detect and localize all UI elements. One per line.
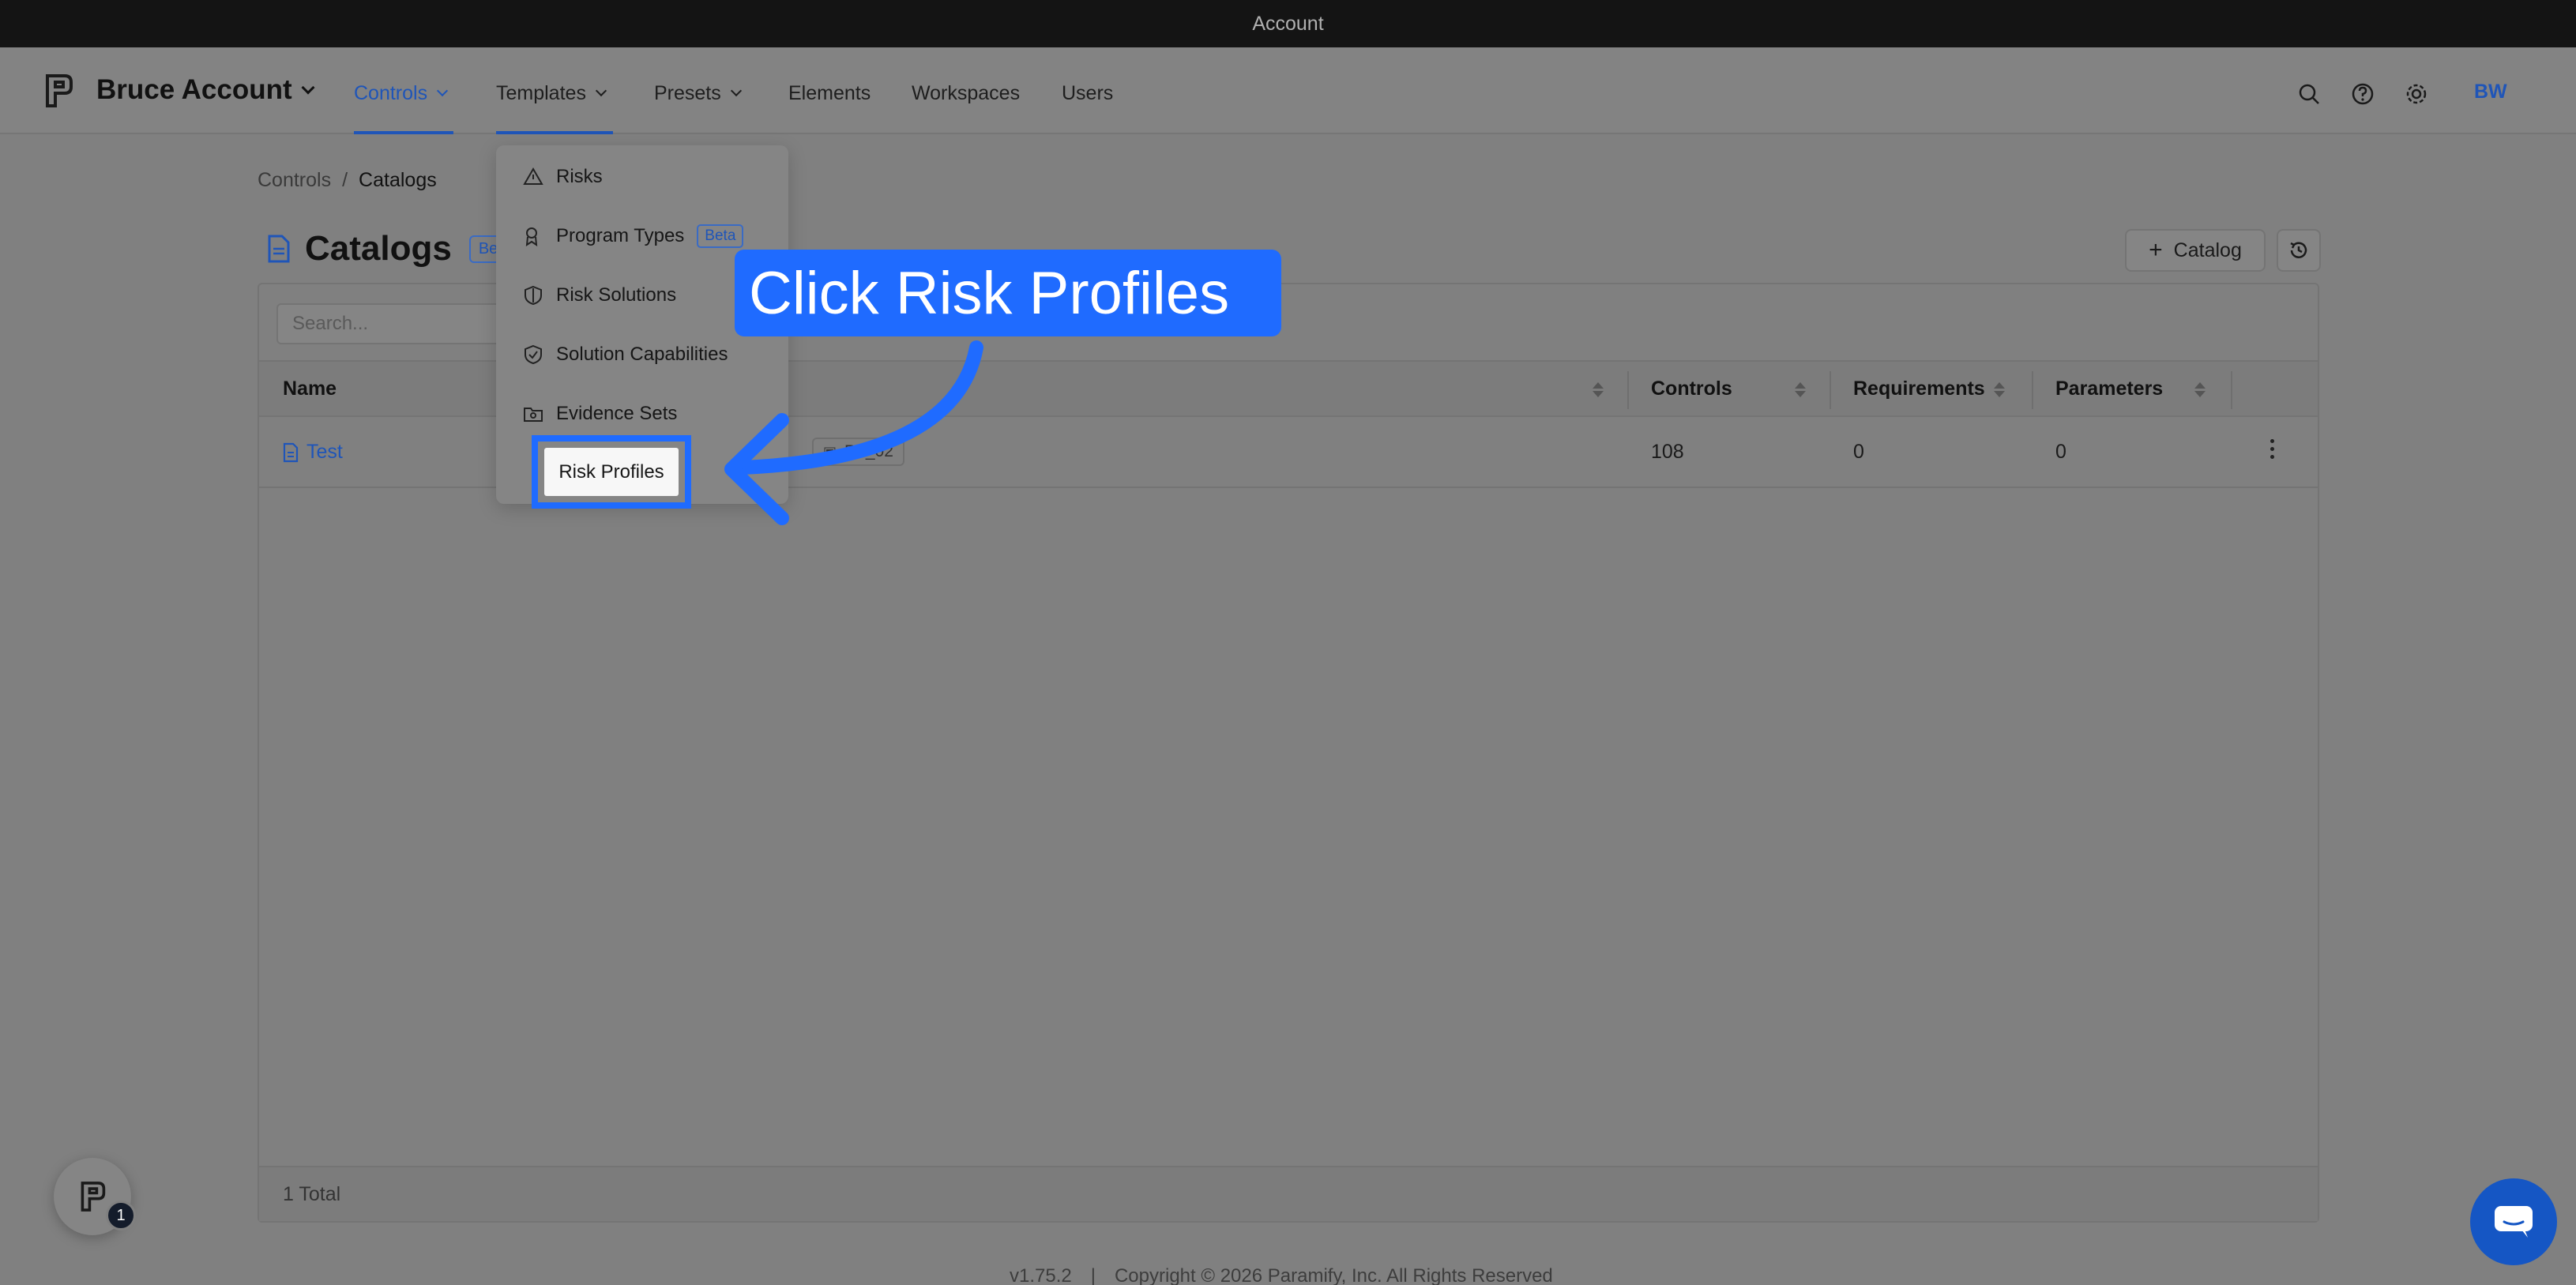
column-header-controls[interactable]: Controls (1651, 378, 1732, 400)
page-title: Catalogs (305, 229, 452, 268)
nav-presets[interactable]: Presets (654, 79, 742, 107)
menu-item-risk-profiles[interactable]: Risk Profiles (544, 448, 679, 496)
menu-item-risk-solutions[interactable]: Risk Solutions (523, 280, 676, 311)
catalog-name: Test (306, 441, 343, 463)
window-title: Account (0, 0, 2576, 47)
cell-controls: 108 (1651, 441, 1684, 463)
menu-item-evidence-sets-label: Evidence Sets (556, 403, 678, 424)
search-input[interactable] (276, 303, 529, 344)
chat-support-button[interactable] (2470, 1178, 2557, 1265)
account-switcher[interactable]: Bruce Account (96, 74, 315, 106)
nav-templates[interactable]: Templates (496, 79, 607, 107)
column-header-name-label: Name (283, 378, 337, 400)
nav-templates-label: Templates (496, 81, 586, 104)
breadcrumb-parent[interactable]: Controls (258, 169, 331, 192)
column-divider (1627, 371, 1629, 409)
add-catalog-label: Catalog (2173, 239, 2242, 261)
nav-controls[interactable]: Controls (354, 79, 449, 107)
notification-badge: 1 (106, 1200, 136, 1231)
footer-separator: | (1090, 1265, 1096, 1285)
catalog-name-link[interactable]: Test (283, 441, 343, 464)
column-header-requirements[interactable]: Requirements (1853, 378, 1985, 400)
row-actions-menu-icon[interactable] (2270, 439, 2274, 459)
history-button[interactable] (2277, 229, 2321, 272)
menu-item-program-types[interactable]: Program Types Beta (523, 220, 744, 252)
nav-controls-underline (354, 131, 453, 134)
page-header: Catalogs Be (267, 229, 508, 269)
shield-check-icon (525, 344, 542, 365)
top-navbar: Bruce Account Controls Templates Presets… (0, 47, 2576, 134)
folder-icon (524, 408, 543, 422)
cell-parameters: 0 (2055, 441, 2066, 463)
paramify-logo-icon (81, 1182, 106, 1212)
copyright: Copyright © 2026 Paramify, Inc. All Righ… (1114, 1265, 1553, 1285)
gear-icon[interactable] (2403, 81, 2430, 107)
callout-arrow-icon (724, 340, 983, 525)
nav-controls-label: Controls (354, 81, 428, 104)
chat-icon (2495, 1206, 2533, 1238)
chevron-down-icon (301, 81, 315, 95)
menu-item-program-types-label: Program Types (556, 225, 685, 246)
column-divider (2032, 371, 2033, 409)
document-icon (268, 235, 290, 263)
chevron-down-icon (730, 85, 742, 97)
document-icon (283, 442, 299, 462)
column-header-controls-label: Controls (1651, 378, 1732, 400)
nav-workspaces-label: Workspaces (912, 81, 1021, 104)
column-divider (2231, 371, 2232, 409)
breadcrumb-separator: / (342, 169, 348, 191)
table-total: 1 Total (283, 1183, 341, 1205)
cell-requirements: 0 (1853, 441, 1864, 463)
plus-icon: + (2149, 237, 2163, 263)
nav-elements-label: Elements (788, 81, 871, 104)
account-name: Bruce Account (96, 74, 292, 105)
menu-item-risk-solutions-label: Risk Solutions (556, 284, 677, 306)
add-catalog-button[interactable]: + Catalog (2125, 229, 2266, 272)
page-footer: v1.75.2 | Copyright © 2026 Paramify, Inc… (1010, 1265, 1553, 1285)
menu-item-risks-label: Risks (556, 166, 603, 187)
sort-icon[interactable] (1795, 382, 1806, 397)
sort-icon[interactable] (1593, 382, 1604, 397)
nav-workspaces[interactable]: Workspaces (912, 79, 1020, 107)
search-icon[interactable] (2296, 81, 2322, 107)
help-icon[interactable] (2349, 81, 2376, 107)
chevron-down-icon (595, 85, 607, 97)
column-header-parameters-label: Parameters (2055, 378, 2164, 400)
program-icon (525, 227, 538, 246)
menu-item-risk-profiles-label: Risk Profiles (558, 460, 664, 483)
nav-templates-underline (496, 131, 613, 134)
nav-users[interactable]: Users (1062, 79, 1113, 107)
nav-users-label: Users (1062, 81, 1114, 104)
chevron-down-icon (437, 85, 449, 97)
column-header-requirements-label: Requirements (1853, 378, 1985, 400)
menu-item-evidence-sets[interactable]: Evidence Sets (523, 398, 677, 430)
paramify-logo-icon[interactable] (43, 73, 74, 109)
sort-icon[interactable] (2194, 382, 2206, 397)
column-divider (1830, 371, 1831, 409)
breadcrumb: Controls / Catalogs (258, 169, 437, 192)
column-header-parameters[interactable]: Parameters (2055, 378, 2163, 400)
table-footer: 1 Total (259, 1166, 2318, 1221)
column-header-name[interactable]: Name (283, 378, 337, 400)
nav-presets-label: Presets (654, 81, 721, 104)
history-icon (2290, 242, 2307, 258)
app-version: v1.75.2 (1010, 1265, 1072, 1285)
beta-badge: Beta (697, 224, 744, 248)
sort-icon[interactable] (1994, 382, 2005, 397)
shield-icon (525, 285, 542, 306)
nav-elements[interactable]: Elements (788, 79, 871, 107)
tutorial-callout: Click Risk Profiles (735, 250, 1281, 336)
user-avatar[interactable]: BW (2474, 81, 2507, 103)
breadcrumb-current: Catalogs (359, 169, 437, 191)
menu-item-risks[interactable]: Risks (523, 161, 603, 193)
risk-icon (523, 167, 543, 185)
